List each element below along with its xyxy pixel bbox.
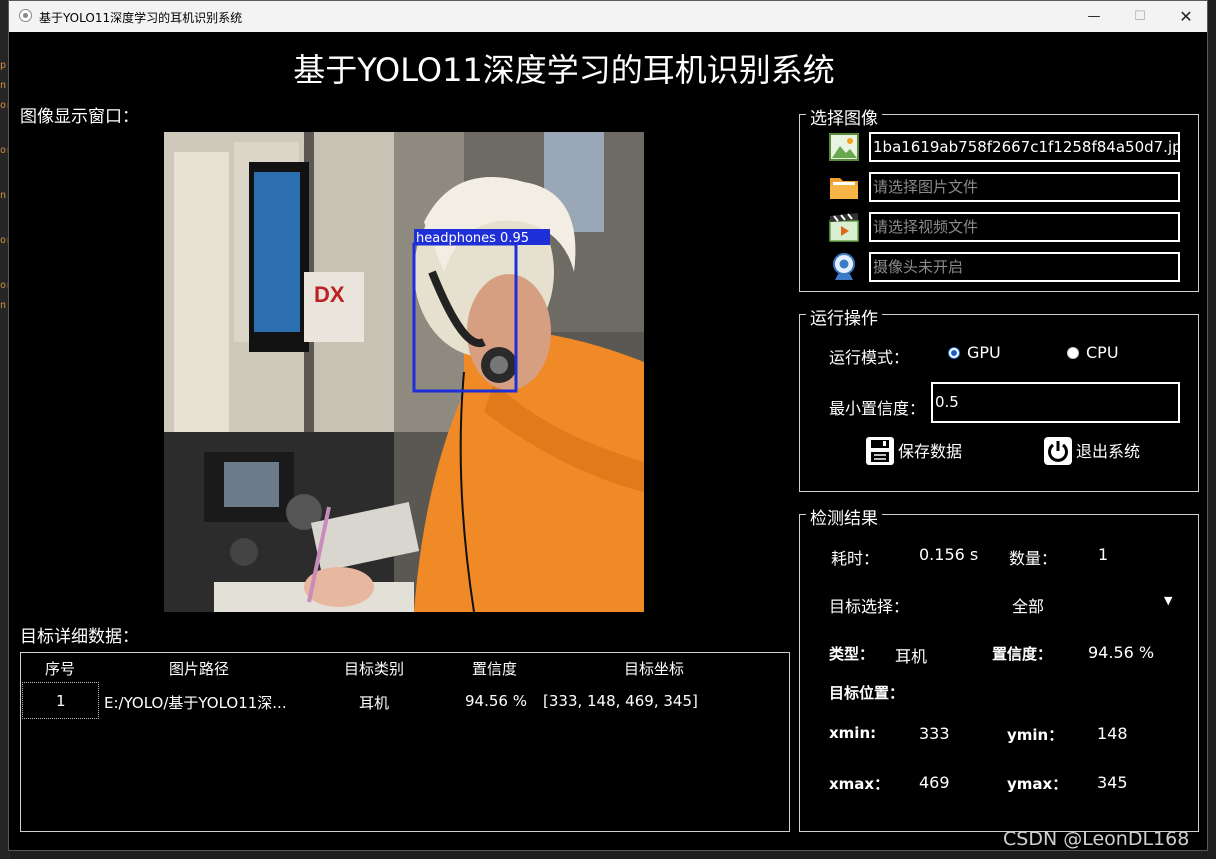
- ymax-label: ymax：: [1007, 775, 1068, 793]
- power-icon[interactable]: [1043, 436, 1073, 466]
- image-icon[interactable]: [829, 132, 859, 162]
- svg-text:DX: DX: [314, 282, 345, 307]
- min-conf-input[interactable]: 0.5: [931, 382, 1180, 423]
- ymin-label: ymin：: [1007, 726, 1064, 744]
- col-header-confidence[interactable]: 置信度: [472, 658, 517, 679]
- target-select-dropdown[interactable]: 全部: [1012, 593, 1044, 617]
- row-class[interactable]: 耳机: [359, 692, 389, 713]
- maximize-button[interactable]: ☐: [1117, 1, 1163, 32]
- image-file-field[interactable]: 1ba1619ab758f2667c1f1258f84a50d7.jpg: [869, 132, 1180, 162]
- window-title: 基于YOLO11深度学习的耳机识别系统: [39, 11, 243, 25]
- video-icon[interactable]: [829, 212, 859, 242]
- row-path[interactable]: E:/YOLO/基于YOLO11深...: [104, 692, 287, 713]
- type-value: 耳机: [895, 647, 928, 666]
- select-image-legend: 选择图像: [806, 104, 882, 129]
- close-button[interactable]: ✕: [1163, 1, 1209, 32]
- row-coords[interactable]: [333, 148, 469, 345]: [543, 692, 698, 710]
- exit-button[interactable]: 退出系统: [1043, 436, 1153, 468]
- xmin-value: 333: [919, 724, 950, 743]
- time-value: 0.156 s: [919, 545, 979, 564]
- confidence-value: 94.56 %: [1088, 643, 1155, 662]
- chevron-down-icon[interactable]: ▼: [1164, 594, 1172, 607]
- position-label: 目标位置：: [829, 684, 905, 702]
- detail-label: 目标详细数据：: [20, 627, 139, 647]
- cpu-radio-label[interactable]: CPU: [1086, 343, 1119, 362]
- image-panel-label: 图像显示窗口：: [20, 107, 139, 127]
- title-bar: 基于YOLO11深度学习的耳机识别系统 — ☐ ✕: [9, 1, 1207, 32]
- app-icon: [19, 9, 32, 22]
- watermark: CSDN @LeonDL168: [1003, 828, 1190, 850]
- folder-icon[interactable]: [829, 172, 859, 202]
- count-label: 数量：: [1009, 549, 1058, 568]
- xmin-label: xmin:: [829, 724, 877, 742]
- save-button-label[interactable]: 保存数据: [898, 436, 962, 468]
- select-image-panel: 选择图像 1ba1619ab758f2667c1f1258f84a50d7.jp…: [799, 104, 1199, 292]
- run-panel: 运行操作 运行模式： GPU CPU 最小置信度： 0.5 保存数据 退出系统: [799, 304, 1199, 492]
- detection-label: headphones 0.95: [416, 231, 529, 246]
- detail-table[interactable]: 序号 图片路径 目标类别 置信度 目标坐标 1 E:/YOLO/基于YOLO11…: [20, 652, 790, 832]
- ymin-value: 148: [1097, 724, 1128, 743]
- video-file-field[interactable]: 请选择视频文件: [869, 212, 1180, 242]
- run-mode-label: 运行模式：: [829, 348, 910, 367]
- row-confidence[interactable]: 94.56 %: [465, 692, 527, 710]
- run-legend: 运行操作: [806, 304, 882, 329]
- col-header-index[interactable]: 序号: [45, 658, 75, 679]
- gpu-radio[interactable]: GPU: [948, 343, 1001, 362]
- target-select-label: 目标选择：: [829, 597, 910, 616]
- row-index[interactable]: 1: [56, 692, 66, 710]
- cpu-radio-dot[interactable]: [1067, 347, 1079, 359]
- result-panel: 检测结果 耗时： 0.156 s 数量： 1 目标选择： 全部 ▼ 类型： 耳机…: [799, 504, 1199, 832]
- min-conf-label: 最小置信度：: [829, 399, 926, 418]
- camera-field[interactable]: 摄像头未开启: [869, 252, 1180, 282]
- type-label: 类型：: [829, 645, 875, 663]
- save-icon[interactable]: [865, 436, 895, 466]
- col-header-path[interactable]: 图片路径: [169, 658, 229, 679]
- image-folder-field[interactable]: 请选择图片文件: [869, 172, 1180, 202]
- app-window: 基于YOLO11深度学习的耳机识别系统 — ☐ ✕ 基于YOLO11深度学习的耳…: [8, 0, 1208, 851]
- minimize-button[interactable]: —: [1071, 1, 1117, 32]
- app-heading: 基于YOLO11深度学习的耳机识别系统: [293, 51, 835, 89]
- camera-icon[interactable]: [829, 252, 859, 282]
- detection-photo: DX headphones 0.95: [164, 132, 644, 612]
- xmax-label: xmax：: [829, 775, 890, 793]
- gpu-radio-dot[interactable]: [948, 347, 960, 359]
- xmax-value: 469: [919, 773, 950, 792]
- gpu-radio-label[interactable]: GPU: [967, 343, 1001, 362]
- detection-image: DX headphones 0.95: [164, 132, 644, 612]
- time-label: 耗时：: [831, 549, 880, 568]
- col-header-class[interactable]: 目标类别: [344, 658, 404, 679]
- confidence-label: 置信度：: [992, 645, 1053, 663]
- col-header-coords[interactable]: 目标坐标: [624, 658, 684, 679]
- ymax-value: 345: [1097, 773, 1128, 792]
- cpu-radio[interactable]: CPU: [1067, 343, 1119, 362]
- exit-button-label[interactable]: 退出系统: [1076, 436, 1140, 468]
- save-button[interactable]: 保存数据: [865, 436, 975, 468]
- result-legend: 检测结果: [806, 504, 882, 529]
- count-value: 1: [1098, 545, 1109, 564]
